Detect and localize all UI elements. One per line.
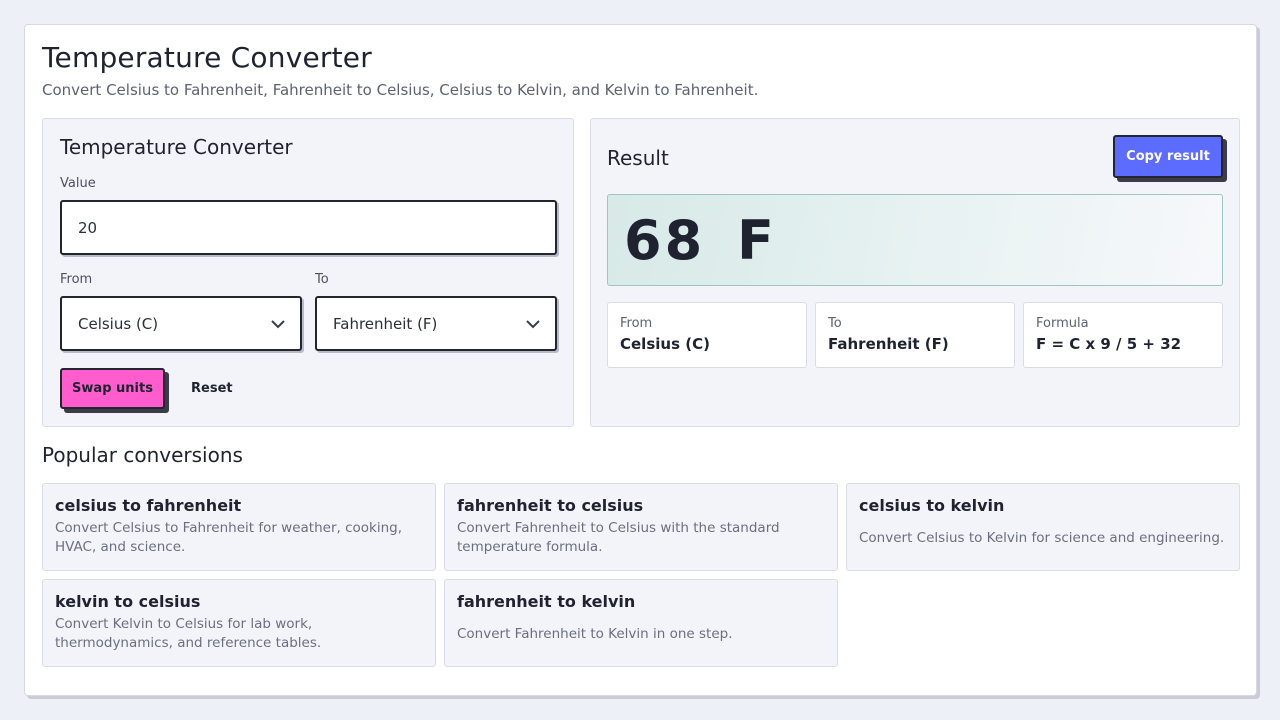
to-select[interactable]: Fahrenheit (F) bbox=[315, 296, 557, 351]
result-formula-box: Formula F = C x 9 / 5 + 32 bbox=[1023, 302, 1223, 368]
reset-button[interactable]: Reset bbox=[191, 381, 233, 396]
result-title: Result bbox=[607, 146, 669, 170]
conversion-title: celsius to kelvin bbox=[859, 496, 1005, 515]
result-value: 68 F bbox=[624, 208, 777, 272]
copy-result-button[interactable]: Copy result bbox=[1113, 135, 1223, 178]
from-label: From bbox=[60, 272, 93, 287]
converter-card: Temperature Converter Convert Celsius to… bbox=[24, 24, 1257, 696]
conversion-card-celsius-to-kelvin[interactable]: celsius to kelvin Convert Celsius to Kel… bbox=[846, 483, 1240, 571]
value-input-box[interactable] bbox=[60, 200, 557, 255]
chevron-down-icon bbox=[526, 319, 540, 328]
converter-panel: Temperature Converter Value From Celsius… bbox=[42, 118, 574, 427]
from-select-value: Celsius (C) bbox=[78, 314, 159, 333]
conversion-card-celsius-to-fahrenheit[interactable]: celsius to fahrenheit Convert Celsius to… bbox=[42, 483, 436, 571]
result-to-value: Fahrenheit (F) bbox=[828, 335, 949, 353]
result-from-label: From bbox=[620, 316, 653, 331]
conversion-desc: Convert Fahrenheit to Celsius with the s… bbox=[457, 520, 780, 555]
to-select-value: Fahrenheit (F) bbox=[333, 314, 438, 333]
conversion-desc: Convert Fahrenheit to Kelvin in one step… bbox=[457, 626, 733, 642]
result-formula-value: F = C x 9 / 5 + 32 bbox=[1036, 335, 1182, 353]
result-from-value: Celsius (C) bbox=[620, 335, 710, 353]
conversion-title: kelvin to celsius bbox=[55, 592, 201, 611]
page-title: Temperature Converter bbox=[42, 41, 372, 74]
result-to-label: To bbox=[828, 316, 842, 331]
conversion-desc: Convert Kelvin to Celsius for lab work, … bbox=[55, 616, 322, 651]
chevron-down-icon bbox=[271, 319, 285, 328]
page-subtitle: Convert Celsius to Fahrenheit, Fahrenhei… bbox=[42, 81, 759, 99]
value-input[interactable] bbox=[78, 218, 555, 237]
from-select[interactable]: Celsius (C) bbox=[60, 296, 302, 351]
result-display: 68 F bbox=[607, 194, 1223, 286]
converter-panel-title: Temperature Converter bbox=[60, 135, 293, 159]
conversion-title: celsius to fahrenheit bbox=[55, 496, 242, 515]
conversion-title: fahrenheit to kelvin bbox=[457, 592, 636, 611]
result-to-box: To Fahrenheit (F) bbox=[815, 302, 1015, 368]
swap-units-button[interactable]: Swap units bbox=[60, 368, 165, 409]
conversion-card-fahrenheit-to-celsius[interactable]: fahrenheit to celsius Convert Fahrenheit… bbox=[444, 483, 838, 571]
result-panel: Result Copy result 68 F From Celsius (C)… bbox=[590, 118, 1240, 427]
to-label: To bbox=[315, 272, 329, 287]
popular-conversions-title: Popular conversions bbox=[42, 443, 243, 467]
conversion-card-fahrenheit-to-kelvin[interactable]: fahrenheit to kelvin Convert Fahrenheit … bbox=[444, 579, 838, 667]
result-formula-label: Formula bbox=[1036, 316, 1089, 331]
conversion-card-kelvin-to-celsius[interactable]: kelvin to celsius Convert Kelvin to Cels… bbox=[42, 579, 436, 667]
conversion-desc: Convert Celsius to Fahrenheit for weathe… bbox=[55, 520, 403, 555]
conversion-title: fahrenheit to celsius bbox=[457, 496, 644, 515]
result-from-box: From Celsius (C) bbox=[607, 302, 807, 368]
value-label: Value bbox=[60, 176, 96, 191]
conversion-desc: Convert Celsius to Kelvin for science an… bbox=[859, 530, 1225, 546]
